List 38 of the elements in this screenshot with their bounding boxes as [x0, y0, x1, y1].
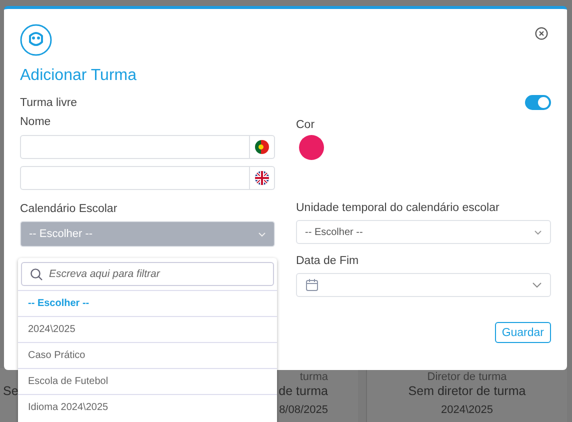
color-swatch[interactable]	[299, 135, 324, 160]
date-field[interactable]	[296, 273, 551, 297]
dropdown-option[interactable]: Idioma 2024\2025	[18, 394, 277, 420]
card-text: turma	[300, 370, 328, 384]
field-label: Calendário Escolar	[20, 202, 118, 216]
filter-field[interactable]: Escreva aqui para filtrar	[21, 262, 274, 286]
close-icon[interactable]	[535, 27, 548, 40]
input-field[interactable]	[20, 166, 250, 190]
field-label: Data de Fim	[296, 254, 359, 268]
dropdown-option[interactable]: -- Escolher --	[18, 290, 277, 316]
logo-icon	[20, 24, 52, 56]
flag-icon	[255, 171, 269, 185]
card-text: Diretor de turma	[427, 370, 507, 384]
search-icon	[30, 268, 43, 281]
flag-icon	[255, 140, 269, 154]
save-button[interactable]: Guardar	[494, 322, 551, 343]
chevron-down-icon	[532, 282, 542, 288]
card-text: Sem diretor de turma	[408, 384, 526, 399]
dialog-title: Adicionar Turma	[20, 66, 138, 86]
time-unit-dropdown[interactable]: -- Escolher --	[296, 220, 551, 244]
chevron-down-icon	[534, 230, 542, 234]
toggle-switch[interactable]	[525, 95, 551, 110]
flag-button[interactable]	[250, 135, 275, 159]
chevron-down-icon	[258, 232, 266, 236]
field-label: Unidade temporal do calendário escolar	[296, 201, 500, 215]
input-field[interactable]	[20, 135, 250, 159]
card-text: 2024\2025	[441, 404, 493, 417]
dropdown-option[interactable]: Caso Prático	[18, 342, 277, 368]
flag-button[interactable]	[250, 166, 275, 190]
field-label: Nome	[20, 115, 51, 129]
dropdown-option[interactable]: 2024\2025	[18, 316, 277, 342]
card-text: 8/08/2025	[279, 404, 328, 417]
field-label: Turma livre	[20, 96, 78, 110]
field-label: Cor	[296, 118, 315, 132]
calendar-icon	[305, 278, 319, 292]
card-text: de turma	[278, 384, 328, 399]
card-text: Se	[3, 384, 18, 398]
dropdown-option[interactable]: Escola de Futebol	[18, 368, 277, 394]
